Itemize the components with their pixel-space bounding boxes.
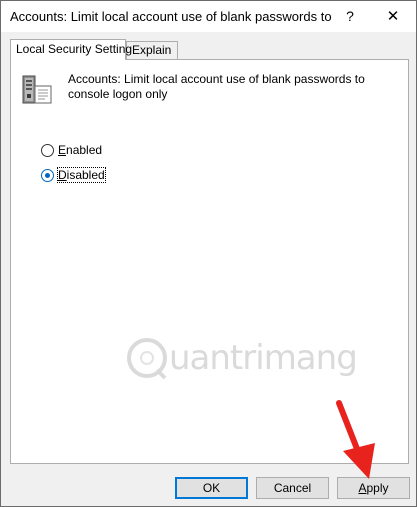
apply-button[interactable]: Apply: [337, 477, 410, 499]
tab-explain[interactable]: Explain: [126, 41, 178, 59]
policy-description: Accounts: Limit local account use of bla…: [68, 72, 365, 101]
radio-disabled[interactable]: Disabled: [41, 167, 161, 183]
radio-enabled-label[interactable]: Enabled: [58, 143, 102, 157]
watermark-logo: uantrimang: [125, 332, 365, 386]
help-button[interactable]: ?: [337, 1, 363, 32]
watermark-q-icon: [127, 338, 167, 380]
radio-circle-checked-icon[interactable]: [41, 169, 54, 182]
close-button[interactable]: ✕: [373, 1, 413, 32]
cancel-button[interactable]: Cancel: [256, 477, 329, 499]
policy-properties-dialog: Accounts: Limit local account use of bla…: [0, 0, 417, 507]
tab-local-security-setting[interactable]: Local Security Setting: [10, 39, 132, 60]
server-icon: [22, 75, 52, 104]
window-title: Accounts: Limit local account use of bla…: [10, 9, 335, 24]
radio-enabled[interactable]: Enabled: [41, 142, 161, 158]
local-security-setting-panel: Accounts: Limit local account use of bla…: [10, 59, 409, 464]
radio-circle-icon[interactable]: [41, 144, 54, 157]
title-bar: Accounts: Limit local account use of bla…: [1, 1, 416, 32]
ok-button[interactable]: OK: [175, 477, 248, 499]
watermark-text: uantrimang: [169, 338, 358, 378]
radio-disabled-label[interactable]: Disabled: [57, 167, 106, 183]
